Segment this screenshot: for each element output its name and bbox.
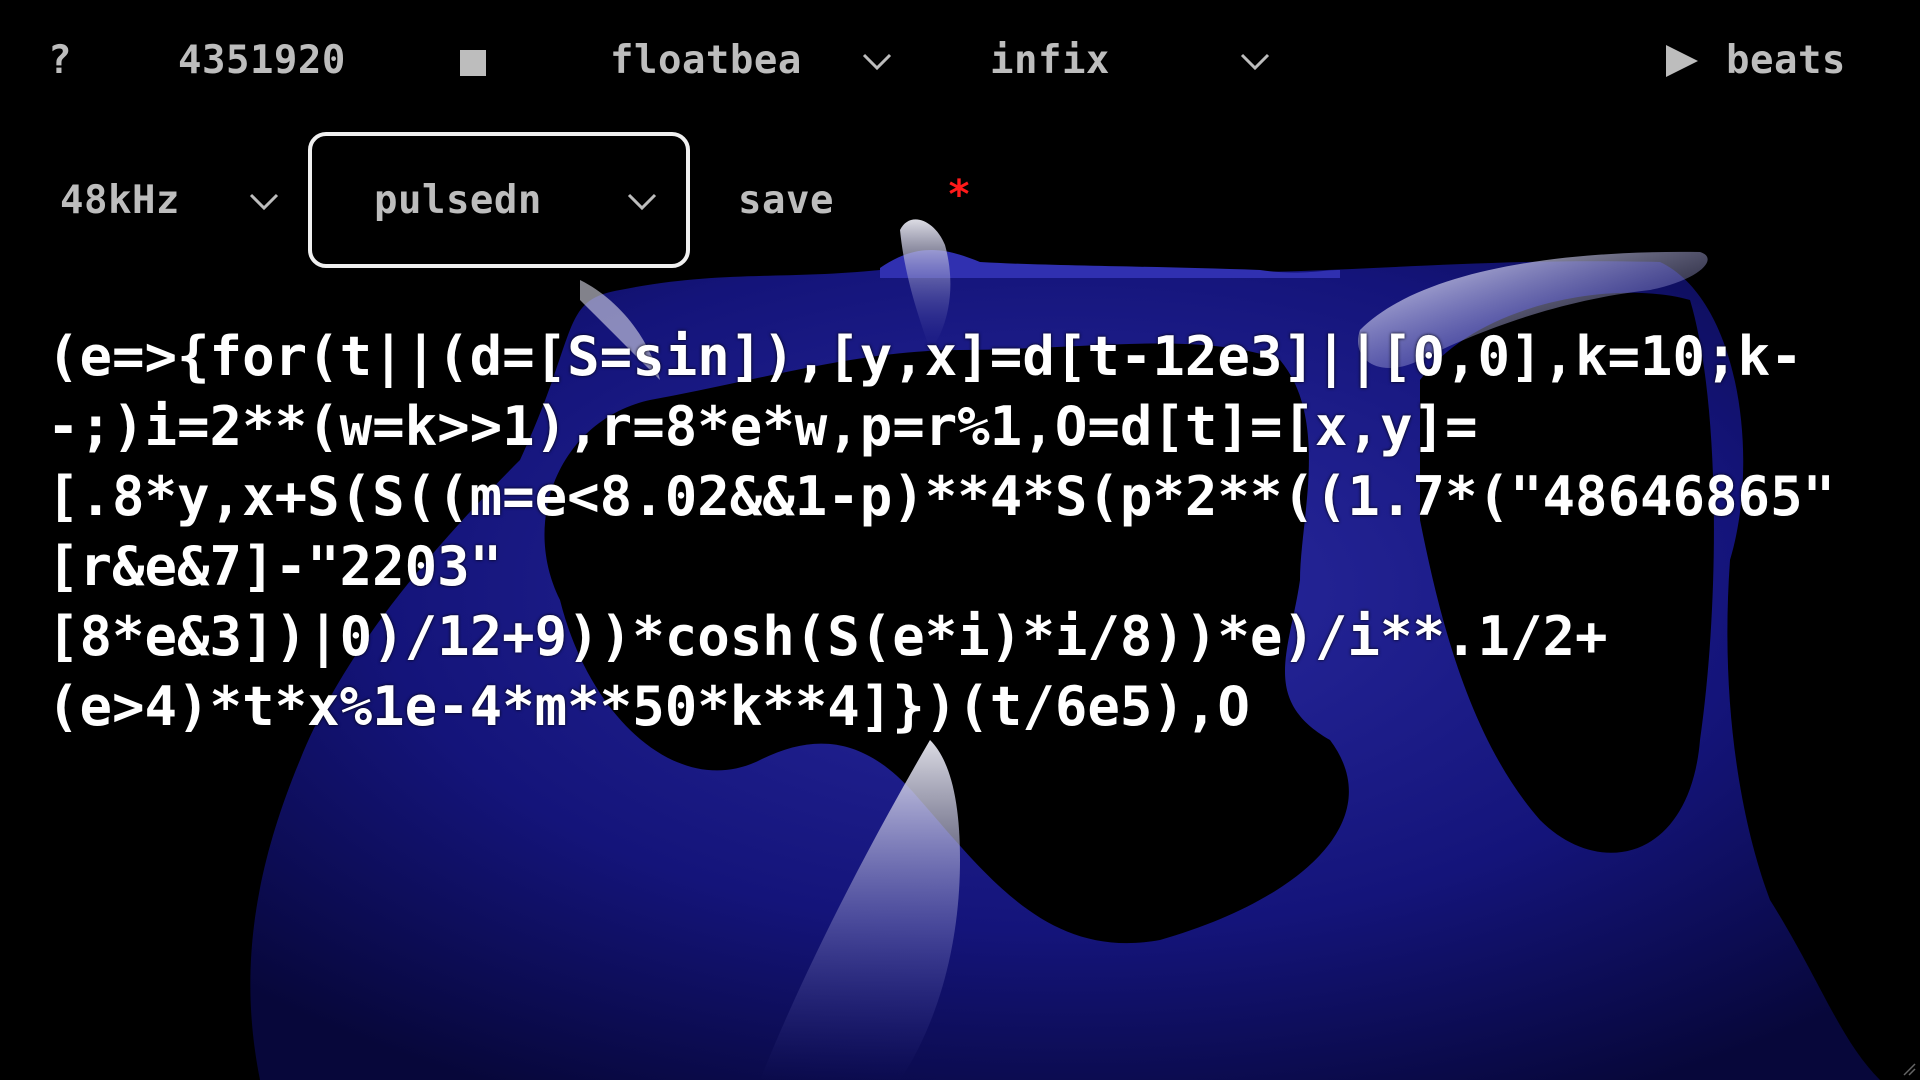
song-select[interactable]: pulsedn — [374, 178, 542, 223]
time-counter[interactable]: 4351920 — [178, 38, 346, 83]
mode-select[interactable]: floatbeat — [610, 38, 800, 83]
code-line[interactable]: [.8*y,x+S(S((m=e<8.02&&1-p)**4*S(p*2**((… — [47, 462, 1877, 532]
chevron-down-icon[interactable] — [860, 44, 894, 78]
syntax-select[interactable]: infix — [990, 38, 1110, 83]
code-editor[interactable]: (e=>{for(t||(d=[S=sin]),[y,x]=d[t-12e3]|… — [47, 322, 1877, 742]
save-button[interactable]: save — [738, 178, 834, 223]
help-button[interactable]: ? — [48, 38, 72, 83]
code-line[interactable]: (e>4)*t*x%1e-4*m**50*k**4]})(t/6e5),O — [47, 672, 1877, 742]
chevron-down-icon[interactable] — [247, 184, 281, 218]
code-line[interactable]: [8*e&3])|0)/12+9))*cosh(S(e*i)*i/8))*e)/… — [47, 602, 1877, 672]
chevron-down-icon[interactable] — [625, 184, 659, 218]
resize-grip-icon[interactable] — [1902, 1062, 1916, 1076]
stop-square-icon[interactable] — [460, 50, 486, 76]
sample-rate-select[interactable]: 48kHz — [60, 178, 180, 223]
code-line[interactable]: (e=>{for(t||(d=[S=sin]),[y,x]=d[t-12e3]|… — [47, 322, 1877, 392]
chevron-down-icon[interactable] — [1238, 44, 1272, 78]
play-button-label[interactable]: beats — [1726, 38, 1846, 83]
unsaved-indicator: * — [947, 172, 972, 218]
code-line[interactable]: [r&e&7]-"2203" — [47, 532, 1877, 602]
code-line[interactable]: -;)i=2**(w=k>>1),r=8*e*w,p=r%1,O=d[t]=[x… — [47, 392, 1877, 462]
play-triangle-icon[interactable] — [1664, 43, 1700, 79]
